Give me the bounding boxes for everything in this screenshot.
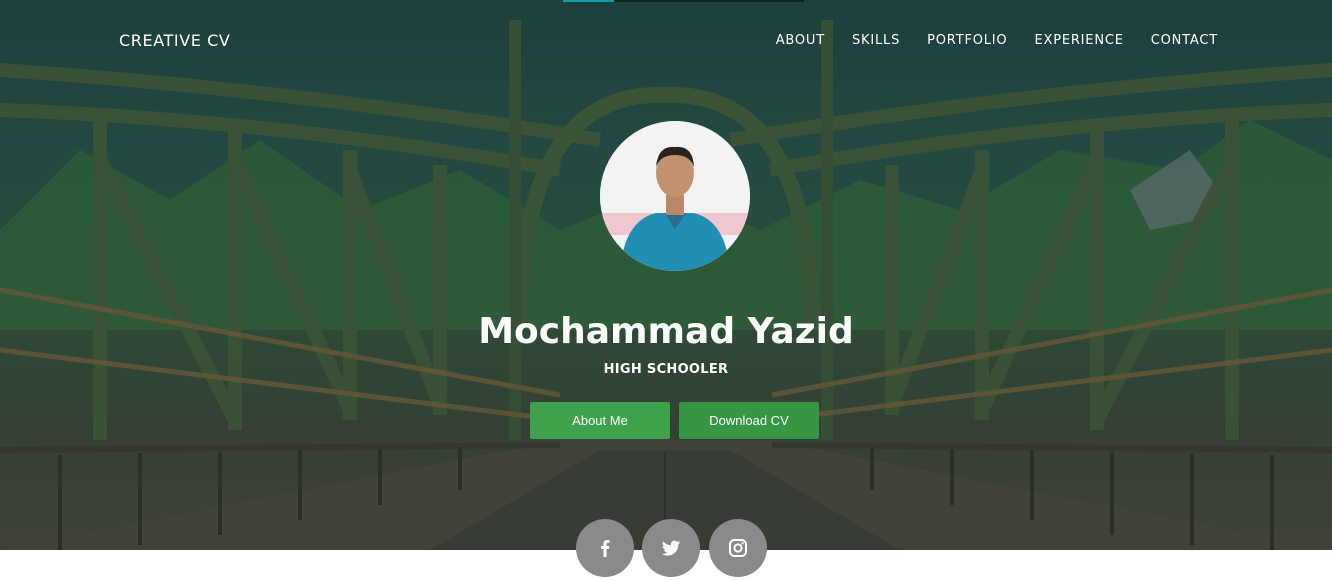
avatar xyxy=(600,121,750,271)
instagram-icon xyxy=(729,539,747,557)
profile-role: HIGH SCHOOLER xyxy=(603,362,729,377)
nav-contact[interactable]: CONTACT xyxy=(1151,33,1218,48)
twitter-icon xyxy=(661,540,681,556)
nav-about[interactable]: ABOUT xyxy=(776,33,825,48)
profile-photo xyxy=(600,121,750,271)
scroll-progress-bar xyxy=(563,0,804,2)
facebook-icon xyxy=(601,540,610,557)
profile-name: Mochammad Yazid xyxy=(478,311,854,352)
scroll-progress-fill xyxy=(563,0,614,2)
main-nav: ABOUT SKILLS PORTFOLIO EXPERIENCE CONTAC… xyxy=(749,33,1218,48)
hero-section: CREATIVE CV ABOUT SKILLS PORTFOLIO EXPER… xyxy=(0,0,1332,550)
nav-skills[interactable]: SKILLS xyxy=(852,33,900,48)
twitter-button[interactable] xyxy=(642,519,700,577)
site-brand[interactable]: CREATIVE CV xyxy=(119,31,230,50)
nav-experience[interactable]: EXPERIENCE xyxy=(1034,33,1123,48)
facebook-button[interactable] xyxy=(576,519,634,577)
instagram-button[interactable] xyxy=(709,519,767,577)
nav-portfolio[interactable]: PORTFOLIO xyxy=(927,33,1007,48)
about-me-button[interactable]: About Me xyxy=(530,402,670,439)
hero-overlay xyxy=(0,0,1332,550)
download-cv-button[interactable]: Download CV xyxy=(679,402,819,439)
